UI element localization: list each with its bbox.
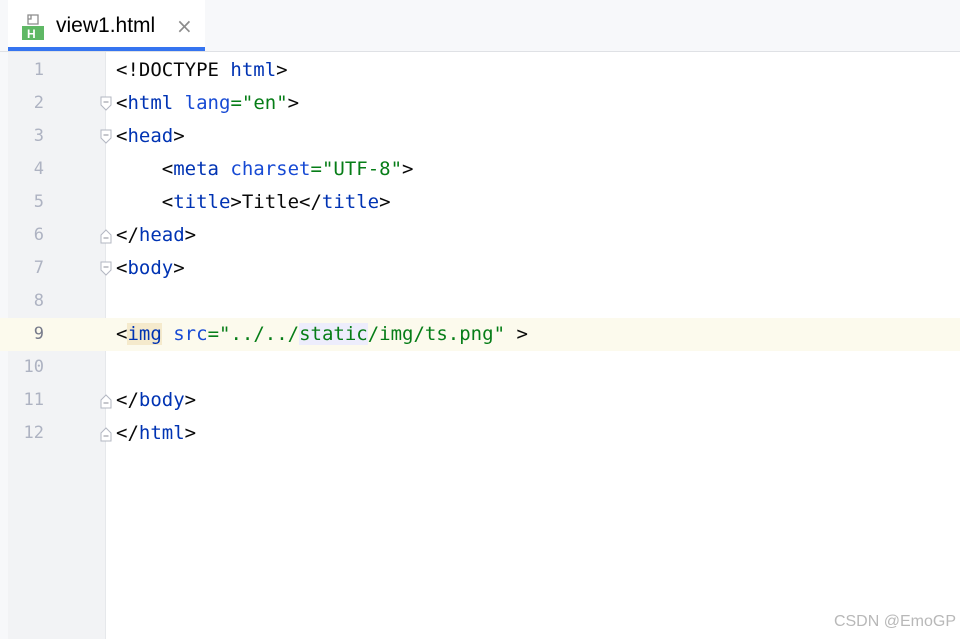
line-number: 12 <box>23 423 44 443</box>
fold-open-icon[interactable] <box>100 129 112 145</box>
code-line[interactable]: 5 <title>Title</title> <box>0 186 960 219</box>
fold-end-icon[interactable] <box>100 228 112 244</box>
line-number: 10 <box>23 357 44 377</box>
line-number: 6 <box>33 225 44 245</box>
tab-view1-html[interactable]: H view1.html × <box>8 0 205 51</box>
html-file-icon: H <box>22 14 44 40</box>
line-number: 7 <box>33 258 44 278</box>
line-number: 9 <box>8 318 44 351</box>
code-text: </head> <box>116 224 197 246</box>
code-line[interactable]: 7 <body> <box>0 252 960 285</box>
code-text: <head> <box>116 125 185 147</box>
code-line[interactable]: 2 <html lang="en"> <box>0 87 960 120</box>
line-number: 8 <box>33 291 44 311</box>
path-segment-highlight: static <box>299 323 368 345</box>
code-text: <title>Title</title> <box>116 191 391 213</box>
code-line[interactable]: 10 <box>0 351 960 384</box>
code-line[interactable]: 4 <meta charset="UTF-8"> <box>0 153 960 186</box>
fold-end-icon[interactable] <box>100 393 112 409</box>
fold-open-icon[interactable] <box>100 96 112 112</box>
code-line[interactable]: 3 <head> <box>0 120 960 153</box>
code-text: <!DOCTYPE html> <box>116 59 288 81</box>
matched-tag-highlight: img <box>127 323 162 345</box>
code-text: </html> <box>116 422 197 444</box>
svg-text:H: H <box>27 27 36 40</box>
close-icon[interactable]: × <box>176 14 193 38</box>
code-text: <meta charset="UTF-8"> <box>116 158 414 180</box>
code-line[interactable]: 1 <!DOCTYPE html> <box>0 54 960 87</box>
code-editor[interactable]: 1 <!DOCTYPE html> 2 <html lang="en"> 3 <… <box>0 52 960 639</box>
code-text: <img src="../../static/img/ts.png" > <box>116 323 528 345</box>
line-number: 5 <box>33 192 44 212</box>
code-text: <html lang="en"> <box>116 92 300 114</box>
code-line[interactable]: 11 </body> <box>0 384 960 417</box>
line-number: 1 <box>33 60 44 80</box>
line-number: 2 <box>33 93 44 113</box>
line-number: 11 <box>23 390 44 410</box>
code-text: </body> <box>116 389 197 411</box>
tab-label: view1.html <box>56 14 156 37</box>
code-line[interactable]: 8 <box>0 285 960 318</box>
fold-open-icon[interactable] <box>100 261 112 277</box>
line-number: 4 <box>33 159 44 179</box>
line-number: 3 <box>33 126 44 146</box>
active-tab-indicator <box>8 47 205 51</box>
current-code-line[interactable]: 9 <img src="../../static/img/ts.png" > <box>0 318 960 351</box>
code-line[interactable]: 6 </head> <box>0 219 960 252</box>
code-text: <body> <box>116 257 185 279</box>
fold-end-icon[interactable] <box>100 426 112 442</box>
code-line[interactable]: 12 </html> <box>0 417 960 450</box>
editor-tab-bar: H view1.html × <box>0 0 960 52</box>
watermark: CSDN @EmoGP <box>833 613 956 630</box>
